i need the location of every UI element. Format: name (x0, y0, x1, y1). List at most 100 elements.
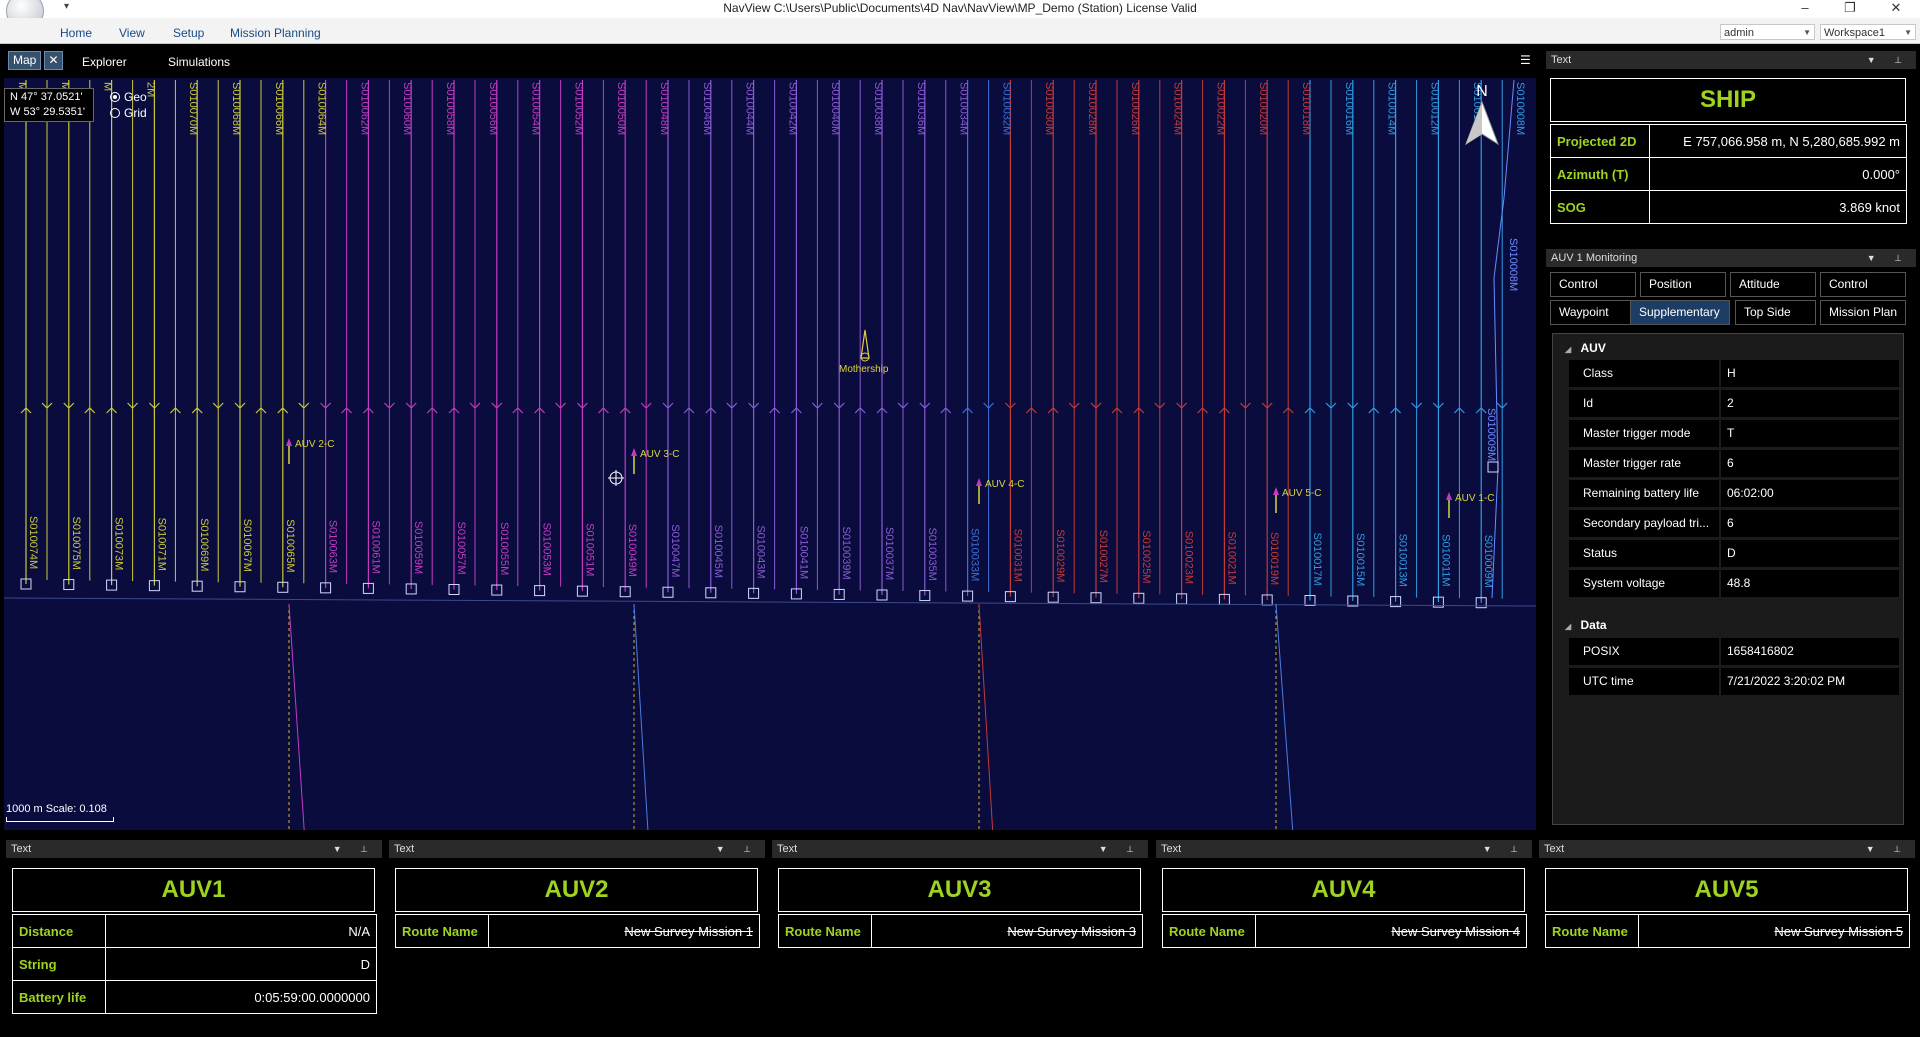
property-row[interactable]: Id 2 (1569, 390, 1899, 418)
tab-simulations[interactable]: Simulations (168, 55, 230, 69)
tab-position[interactable]: Position (1640, 272, 1726, 297)
user-select[interactable]: admin ▼ (1720, 24, 1815, 40)
property-name: Master trigger mode (1569, 420, 1719, 447)
auv-marker-icon (1446, 492, 1452, 500)
mothership-label: Mothership (839, 364, 889, 375)
line-label: S010051M (583, 523, 595, 576)
close-button[interactable]: ✕ (1876, 0, 1916, 18)
maximize-button[interactable]: ❐ (1830, 0, 1870, 18)
tab-map[interactable]: Map (8, 51, 42, 70)
table-row: SOG 3.869 knot (1550, 190, 1907, 224)
line-label: S010024M (1172, 82, 1184, 135)
tab-attitude[interactable]: Attitude (1730, 272, 1816, 297)
line-endpoint-marker (1487, 461, 1499, 473)
survey-map[interactable]: S010074M S010075M S010073M S010071M S010069M… (4, 78, 1536, 830)
north-label: N (1476, 83, 1488, 100)
radio-grid[interactable]: Grid (110, 106, 147, 120)
auv-marker-icon (286, 438, 292, 446)
tab-mission-plan[interactable]: Mission Plan (1820, 300, 1906, 325)
line-label: S010058M (444, 82, 456, 135)
survey-map-canvas[interactable]: S010074M S010075M S010073M S010071M S010069M… (4, 78, 1536, 830)
line-label: S010020M (1257, 82, 1269, 135)
recovery-track (288, 603, 305, 830)
property-row[interactable]: System voltage 48.8 (1569, 570, 1899, 598)
longitude-text: W 53° 29.5351' (10, 106, 85, 118)
north-arrow-icon: N (1465, 83, 1499, 146)
panel-pin-icon[interactable]: ▼ ⊥ (1483, 840, 1526, 858)
auv-title: AUV3 (778, 868, 1141, 912)
property-name: POSIX (1569, 638, 1719, 665)
row-label: Distance (12, 914, 106, 948)
row-value: New Survey Mission 4 (1255, 914, 1527, 948)
window-title: NavView C:\Users\Public\Documents\4D Nav… (723, 1, 1197, 15)
title-bar: ▾ NavView C:\Users\Public\Documents\4D N… (0, 0, 1920, 30)
line-label: S010041M (797, 526, 809, 579)
line-label: S010065M (284, 519, 296, 572)
tab-control-2[interactable]: Control (1820, 272, 1906, 297)
line-label: S010052M (572, 82, 584, 135)
line-label: S010075M (70, 517, 82, 570)
ribbon-tab-mission-planning[interactable]: Mission Planning (230, 26, 321, 40)
property-row[interactable]: Secondary payload tri... 6 (1569, 510, 1899, 538)
panel-pin-icon[interactable]: ▼ ⊥ (1867, 51, 1910, 69)
category-data[interactable]: ◢ Data (1565, 618, 1607, 632)
line-label: S010035M (926, 528, 938, 581)
property-row[interactable]: POSIX 1658416802 (1569, 638, 1899, 666)
auv-title: AUV1 (12, 868, 375, 912)
ribbon-tab-view[interactable]: View (119, 26, 145, 40)
line-label: S010038M (872, 82, 884, 135)
line-label: S010048M (658, 82, 670, 135)
radio-geo[interactable]: Geo (110, 90, 147, 104)
ship-info-table: Projected 2D E 757,066.958 m, N 5,280,68… (1550, 124, 1907, 224)
line-label: S010012M (1428, 82, 1440, 135)
line-label: S010060M (401, 82, 413, 135)
property-row[interactable]: Class H (1569, 360, 1899, 388)
line-label: S010055M (498, 522, 510, 575)
property-row[interactable]: Master trigger mode T (1569, 420, 1899, 448)
tab-explorer[interactable]: Explorer (82, 55, 127, 69)
panel-pin-icon[interactable]: ▼ ⊥ (1099, 840, 1142, 858)
panel-pin-icon[interactable]: ▼ ⊥ (716, 840, 759, 858)
category-label: AUV (1580, 341, 1606, 355)
radio-unchecked-icon (110, 108, 120, 118)
property-value: 48.8 (1721, 570, 1899, 597)
line-label: S010045M (712, 525, 724, 578)
minimize-button[interactable]: – (1785, 0, 1825, 18)
line-label: S010023M (1183, 531, 1195, 584)
panel-header-label: Text (1551, 54, 1572, 66)
baseline (4, 597, 1536, 607)
property-row[interactable]: Master trigger rate 6 (1569, 450, 1899, 478)
panel-pin-icon[interactable]: ▼ ⊥ (1866, 840, 1909, 858)
tab-control[interactable]: Control (1550, 272, 1636, 297)
category-auv[interactable]: ◢ AUV (1565, 341, 1606, 355)
row-label: Route Name (1545, 914, 1639, 948)
property-row[interactable]: UTC time 7/21/2022 3:20:02 PM (1569, 668, 1899, 696)
collapse-icon[interactable]: ◢ (1565, 622, 1571, 631)
property-row[interactable]: Status D (1569, 540, 1899, 568)
property-value: 6 (1721, 510, 1899, 537)
auv-label: AUV 3-C (640, 449, 679, 460)
tab-waypoint[interactable]: Waypoint (1550, 300, 1636, 325)
property-row[interactable]: Remaining battery life 06:02:00 (1569, 480, 1899, 508)
line-label: S010063M (327, 520, 339, 573)
line-label: S010032M (1000, 82, 1012, 135)
menu-icon[interactable]: ☰ (1520, 53, 1531, 67)
transit-line (1491, 79, 1515, 599)
panel-header-label: Text (11, 843, 32, 855)
close-icon[interactable]: ✕ (44, 51, 63, 70)
panel-pin-icon[interactable]: ▼ ⊥ (1867, 249, 1910, 267)
panel-header-label: Text (1544, 843, 1565, 855)
ribbon-tab-setup[interactable]: Setup (173, 26, 204, 40)
auv-label: AUV 1-C (1455, 493, 1494, 504)
workspace-select[interactable]: Workspace1 ▼ (1820, 24, 1916, 40)
radio-geo-label: Geo (124, 90, 147, 104)
tab-supplementary[interactable]: Supplementary (1630, 300, 1730, 325)
collapse-icon[interactable]: ◢ (1565, 345, 1571, 354)
property-value: T (1721, 420, 1899, 447)
property-name: Id (1569, 390, 1719, 417)
property-value: 6 (1721, 450, 1899, 477)
panel-pin-icon[interactable]: ▼ ⊥ (333, 840, 376, 858)
property-name: Remaining battery life (1569, 480, 1719, 507)
ribbon-tab-home[interactable]: Home (60, 26, 92, 40)
tab-top-side[interactable]: Top Side (1735, 300, 1816, 325)
